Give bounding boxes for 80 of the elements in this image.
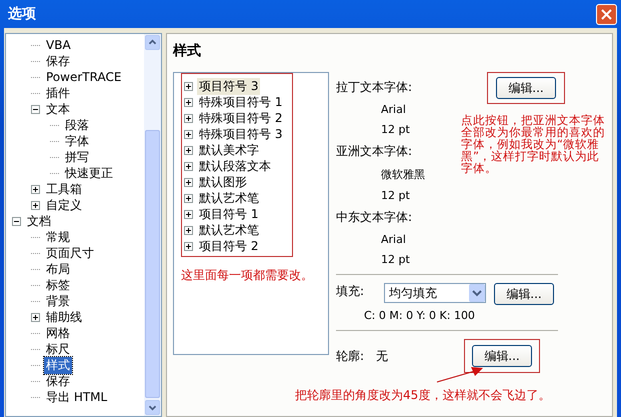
- tree-item[interactable]: 快速更正: [63, 164, 115, 182]
- tree-item[interactable]: 导出 HTML: [44, 388, 110, 406]
- edit-button[interactable]: 编辑...: [494, 283, 554, 305]
- style-item[interactable]: 默认美术字: [197, 142, 261, 158]
- scroll-down-icon[interactable]: [145, 400, 160, 415]
- annotation-arrow: [435, 365, 485, 385]
- style-item[interactable]: 默认艺术笔: [197, 222, 261, 238]
- fill-dropdown[interactable]: 均匀填充: [384, 283, 486, 303]
- tree-item[interactable]: 自定义: [44, 196, 84, 214]
- outline-value: 无: [376, 348, 389, 364]
- close-icon: [601, 8, 612, 20]
- font-name: Arial: [380, 233, 407, 246]
- tree-item[interactable]: 插件: [44, 84, 72, 102]
- tree-item[interactable]: 保存: [44, 52, 72, 70]
- scrollbar[interactable]: [144, 34, 161, 416]
- tree-item[interactable]: 文档: [25, 212, 53, 230]
- color-values: C: 0 M: 0 Y: 0 K: 100: [363, 309, 476, 322]
- outline-label: 轮廓:: [336, 348, 366, 364]
- tree-item[interactable]: VBA: [44, 38, 73, 52]
- font-name: 微软雅黑: [380, 167, 426, 182]
- tree-item[interactable]: 段落: [63, 116, 91, 134]
- collapse-icon[interactable]: [12, 216, 21, 226]
- collapse-icon[interactable]: [31, 104, 40, 114]
- tree-item[interactable]: 页面尺寸: [44, 244, 96, 262]
- expand-icon[interactable]: [184, 98, 193, 106]
- font-size: 12 pt: [380, 253, 411, 266]
- expand-icon[interactable]: [184, 226, 193, 234]
- edit-button[interactable]: 编辑...: [472, 345, 532, 367]
- style-item[interactable]: 特殊项目符号 2: [197, 110, 284, 126]
- expand-icon[interactable]: [184, 130, 193, 138]
- fill-label: 填充:: [336, 283, 366, 300]
- scroll-up-icon[interactable]: [145, 35, 160, 50]
- tree-item[interactable]: 样式: [44, 356, 72, 374]
- expand-icon[interactable]: [184, 82, 193, 90]
- style-item[interactable]: 特殊项目符号 3: [197, 126, 284, 142]
- expand-icon[interactable]: [31, 200, 40, 210]
- panel-title: 样式: [173, 42, 202, 60]
- style-item[interactable]: 项目符号 3: [197, 78, 260, 94]
- expand-icon[interactable]: [184, 242, 193, 250]
- style-item[interactable]: 项目符号 1: [197, 206, 260, 222]
- tree-item[interactable]: 标尺: [44, 340, 72, 358]
- expand-icon[interactable]: [184, 162, 193, 170]
- expand-icon[interactable]: [184, 114, 193, 122]
- annotation-text: 把轮廓里的角度改为45度，这样就不会飞边了。: [295, 387, 550, 404]
- tree-item[interactable]: 布局: [44, 260, 72, 278]
- scroll-thumb[interactable]: [145, 130, 160, 398]
- font-label: 亚洲文本字体:: [336, 143, 414, 160]
- window-title: 选项: [8, 5, 36, 23]
- expand-icon[interactable]: [184, 194, 193, 202]
- style-item[interactable]: 默认段落文本: [197, 158, 273, 174]
- dropdown-icon: [469, 284, 485, 302]
- tree-item[interactable]: 背景: [44, 292, 72, 310]
- tree-item[interactable]: 标签: [44, 276, 72, 294]
- annotation-text: 这里面每一项都需要改。: [181, 267, 314, 284]
- annotation-text: 点此按钮，把亚洲文本字体全部改为你最常用的喜欢的字体，例如我改为“微软雅黑”，这样打字时默认为此字体。: [461, 114, 606, 174]
- tree-item[interactable]: 网格: [44, 324, 72, 342]
- style-item[interactable]: 默认艺术笔: [197, 190, 261, 206]
- tree-item[interactable]: PowerTRACE: [44, 70, 124, 84]
- style-item[interactable]: 特殊项目符号 1: [197, 94, 284, 110]
- expand-icon[interactable]: [184, 178, 193, 186]
- tree-item[interactable]: 常规: [44, 228, 72, 246]
- expand-icon[interactable]: [31, 312, 40, 322]
- font-name: Arial: [380, 103, 407, 116]
- close-button[interactable]: [596, 4, 617, 24]
- tree-item[interactable]: 保存: [44, 372, 72, 390]
- font-size: 12 pt: [380, 189, 411, 202]
- font-size: 12 pt: [380, 123, 411, 136]
- tree-item[interactable]: 文本: [44, 100, 72, 118]
- expand-icon[interactable]: [184, 210, 193, 218]
- font-label: 拉丁文本字体:: [336, 79, 414, 96]
- style-item[interactable]: 默认图形: [197, 174, 249, 190]
- edit-button[interactable]: 编辑...: [496, 77, 556, 99]
- tree-item[interactable]: 拼写: [63, 148, 91, 166]
- expand-icon[interactable]: [31, 184, 40, 194]
- tree-item[interactable]: 辅助线: [44, 308, 84, 326]
- tree-item[interactable]: 字体: [63, 132, 91, 150]
- font-label: 中东文本字体:: [336, 209, 414, 226]
- expand-icon[interactable]: [184, 146, 193, 154]
- style-item[interactable]: 项目符号 2: [197, 238, 260, 254]
- tree-item[interactable]: 工具箱: [44, 180, 84, 198]
